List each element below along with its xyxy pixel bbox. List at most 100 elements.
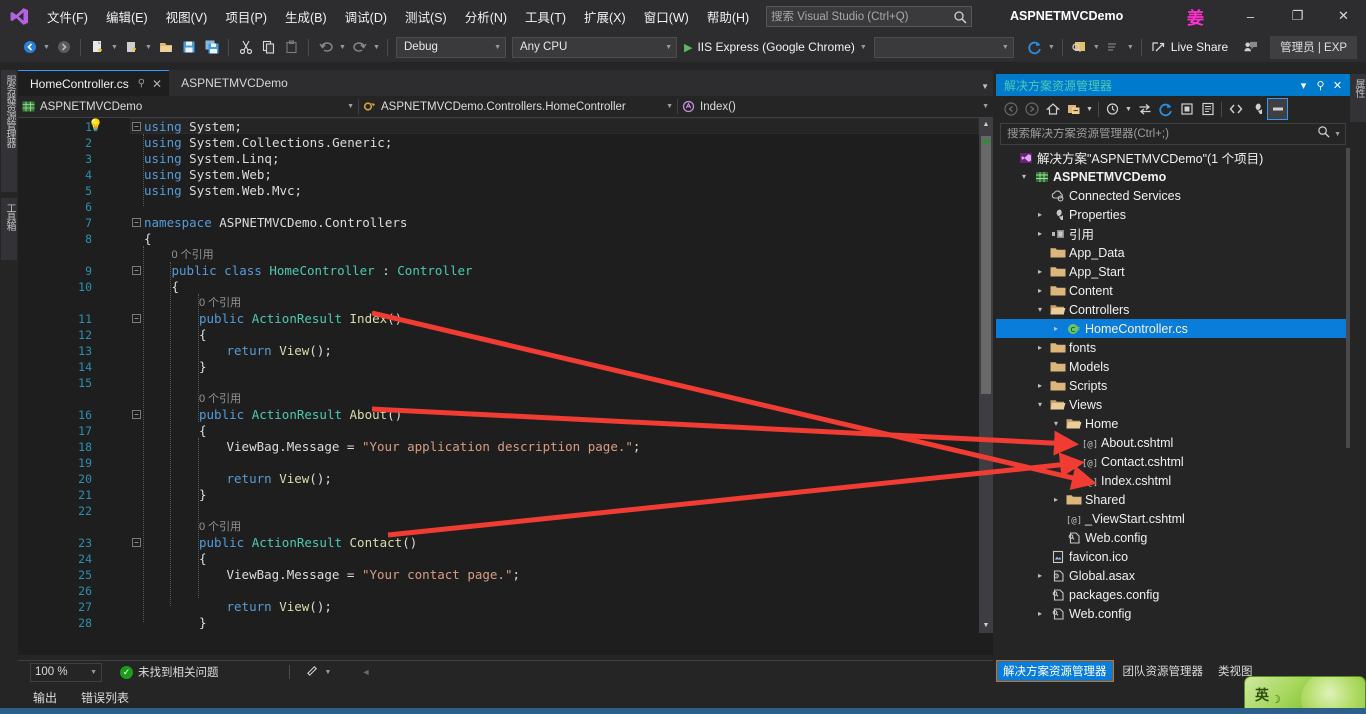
code-line[interactable]: { [199, 327, 207, 343]
find-dropdown-icon[interactable]: ▼ [1091, 35, 1102, 59]
scrollbar-thumb[interactable] [981, 136, 991, 394]
solution-configuration-dropdown[interactable]: Debug ▼ [396, 37, 506, 58]
sync-with-active-document-icon[interactable] [1134, 98, 1155, 120]
editor-tab-homecontroller[interactable]: HomeController.cs ⚲ ✕ [18, 70, 169, 96]
pin-icon[interactable]: ⚲ [138, 78, 145, 89]
new-project-dropdown-icon[interactable]: ▼ [109, 35, 120, 59]
tree-node-index.cshtml[interactable]: [@]Index.cshtml [996, 471, 1350, 490]
collapse-all-icon[interactable] [1063, 98, 1084, 120]
breadcrumb-type[interactable]: ASPNETMVCDemo.Controllers.HomeController… [359, 96, 677, 118]
navigate-backward-icon[interactable] [18, 35, 41, 59]
search-options-dropdown-icon[interactable]: ▼ [1334, 131, 1341, 138]
code-line[interactable]: { [199, 423, 207, 439]
panel-dropdown-icon[interactable]: ▾ [1295, 79, 1312, 92]
expander-collapsed-icon[interactable]: ▸ [1048, 324, 1064, 333]
tree-node-home[interactable]: ▾Home [996, 414, 1350, 433]
tab-team-explorer[interactable]: 团队资源管理器 [1117, 661, 1210, 681]
code-line[interactable]: } [199, 359, 207, 375]
feedback-icon[interactable] [1239, 35, 1262, 59]
add-new-item-dropdown-icon[interactable]: ▼ [143, 35, 154, 59]
expander-collapsed-icon[interactable]: ▸ [1032, 267, 1048, 276]
tab-list-dropdown-icon[interactable]: ▼ [981, 82, 989, 91]
tree-node-global.asax[interactable]: ▸Global.asax [996, 566, 1350, 585]
undo-dropdown-icon[interactable]: ▼ [337, 35, 348, 59]
code-line[interactable]: public class HomeController : Controller [172, 263, 473, 279]
refresh-icon[interactable] [1155, 98, 1176, 120]
menu-help[interactable]: 帮助(H) [698, 0, 758, 32]
fold-toggle-icon[interactable]: − [132, 266, 141, 275]
code-cleanup-icon[interactable] [306, 664, 319, 680]
sidebar-tab-server-explorer[interactable]: 服务器资源管理器 [1, 70, 17, 192]
navigate-forward-icon[interactable] [52, 35, 75, 59]
chevron-down-icon[interactable]: ▼ [976, 103, 989, 110]
open-file-icon[interactable] [154, 35, 177, 59]
code-line[interactable]: public ActionResult About() [199, 407, 402, 423]
tree-node-contact.cshtml[interactable]: [@]Contact.cshtml [996, 452, 1350, 471]
menu-edit[interactable]: 编辑(E) [97, 0, 157, 32]
expander-collapsed-icon[interactable]: ▸ [1032, 343, 1048, 352]
cut-icon[interactable] [234, 35, 257, 59]
code-editor[interactable]: 💡 1−using System;2using System.Collectio… [18, 118, 993, 633]
tree-node-aspnetmvcdemo1[interactable]: 解决方案"ASPNETMVCDemo"(1 个项目) [996, 148, 1350, 167]
solution-tree-scrollbar[interactable] [1346, 148, 1350, 628]
expander-collapsed-icon[interactable]: ▸ [1032, 571, 1048, 580]
copy-icon[interactable] [257, 35, 280, 59]
expander-expanded-icon[interactable]: ▾ [1016, 172, 1032, 181]
menu-file[interactable]: 文件(F) [38, 0, 97, 32]
code-line[interactable]: } [172, 631, 180, 633]
find-in-files-icon[interactable] [1068, 35, 1091, 59]
menu-window[interactable]: 窗口(W) [635, 0, 698, 32]
fold-toggle-icon[interactable]: − [132, 218, 141, 227]
code-line[interactable]: ViewBag.Message = "Your application desc… [227, 439, 641, 455]
solution-tree[interactable]: 解决方案"ASPNETMVCDemo"(1 个项目)▾ASPNETMVCDemo… [996, 148, 1350, 628]
expander-expanded-icon[interactable]: ▾ [1032, 400, 1048, 409]
fold-toggle-icon[interactable]: − [132, 122, 141, 131]
chevron-down-icon[interactable]: ▼ [860, 44, 867, 51]
code-line[interactable]: return View(); [227, 343, 332, 359]
menu-debug[interactable]: 调试(D) [336, 0, 396, 32]
tree-node-models[interactable]: Models [996, 357, 1350, 376]
paste-icon[interactable] [280, 35, 303, 59]
breadcrumb-project[interactable]: ASPNETMVCDemo ▼ [18, 96, 358, 118]
fold-toggle-icon[interactable]: − [132, 410, 141, 419]
expander-collapsed-icon[interactable]: ▸ [1032, 381, 1048, 390]
search-input[interactable] [1007, 128, 1317, 140]
code-line[interactable]: { [144, 231, 152, 247]
code-line[interactable]: return View(); [227, 471, 332, 487]
show-all-files-icon[interactable] [1176, 98, 1197, 120]
properties-page-icon[interactable] [1197, 98, 1218, 120]
chevron-down-icon[interactable]: ▼ [325, 669, 332, 676]
tree-node-shared[interactable]: ▸Shared [996, 490, 1350, 509]
codelens-reference[interactable]: 0 个引用 [199, 391, 241, 407]
close-button[interactable]: ✕ [1321, 0, 1366, 32]
start-debug-button[interactable]: ▶ IIS Express (Google Chrome) ▼ [680, 35, 871, 59]
codelens-reference[interactable]: 0 个引用 [172, 247, 214, 263]
new-project-icon[interactable] [86, 35, 109, 59]
back-icon[interactable] [1000, 98, 1021, 120]
view-code-icon[interactable] [1225, 98, 1246, 120]
tree-node-aspnetmvcdemo[interactable]: ▾ASPNETMVCDemo [996, 167, 1350, 186]
code-line[interactable]: { [172, 279, 180, 295]
chevron-down-icon[interactable]: ▼ [660, 103, 673, 110]
code-line[interactable]: public ActionResult Index() [199, 311, 402, 327]
properties-wrench-icon[interactable] [1246, 98, 1267, 120]
expander-collapsed-icon[interactable]: ▸ [1032, 286, 1048, 295]
add-new-item-icon[interactable] [120, 35, 143, 59]
tree-node-views[interactable]: ▾Views [996, 395, 1350, 414]
expander-collapsed-icon[interactable]: ▸ [1048, 495, 1064, 504]
code-line[interactable]: return View(); [227, 599, 332, 615]
save-icon[interactable] [177, 35, 200, 59]
code-line[interactable]: using System.Collections.Generic; [144, 135, 392, 151]
avatar[interactable]: 姜 [1182, 3, 1209, 30]
sidebar-tab-properties[interactable]: 属性 [1350, 74, 1366, 122]
breadcrumb-member[interactable]: Index() ▼ [678, 96, 993, 118]
tree-node-about.cshtml[interactable]: [@]About.cshtml [996, 433, 1350, 452]
menu-project[interactable]: 项目(P) [216, 0, 276, 32]
menu-extensions[interactable]: 扩展(X) [575, 0, 635, 32]
expander-collapsed-icon[interactable]: ▸ [1032, 229, 1048, 238]
scrollbar-thumb[interactable] [1346, 148, 1350, 448]
zoom-level-dropdown[interactable]: 100 % ▼ [30, 663, 102, 682]
tree-node-[interactable]: ▸引用 [996, 224, 1350, 243]
close-icon[interactable]: ✕ [1329, 79, 1346, 92]
tree-node-properties[interactable]: ▸Properties [996, 205, 1350, 224]
